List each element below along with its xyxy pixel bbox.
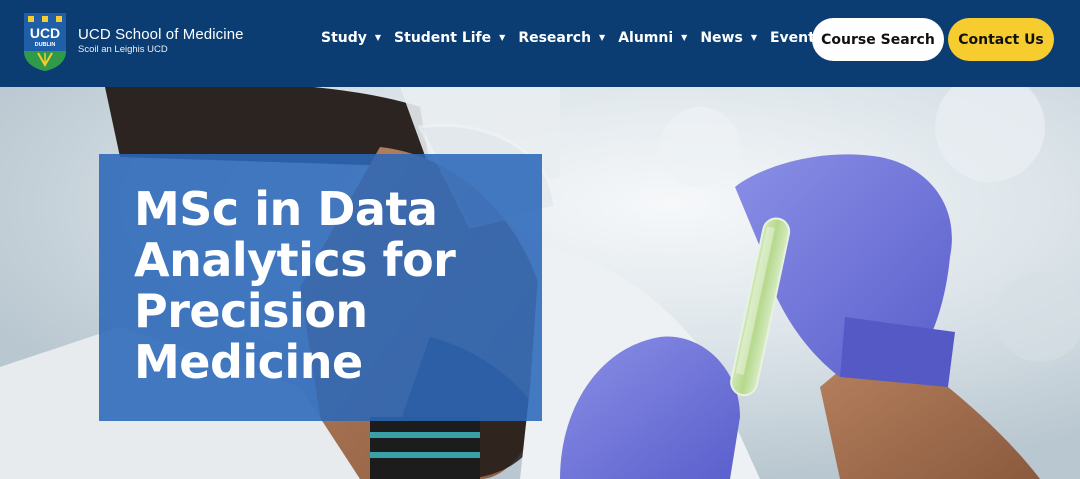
nav-label: Research [518,30,592,46]
logo-text: UCD [30,25,60,41]
brand-title[interactable]: UCD School of Medicine [78,26,244,44]
logo-subtext: DUBLIN [35,42,56,48]
caret-down-icon: ▼ [374,33,382,42]
nav-label: Study [321,30,367,46]
nav-item-study[interactable]: Study ▼ [321,30,394,46]
page-title: MSc in Data Analytics for Precision Medi… [134,182,456,389]
nav-label: News [700,30,743,46]
nav-label: Alumni [618,30,674,46]
caret-down-icon: ▼ [681,33,688,42]
caret-down-icon: ▼ [750,33,757,42]
caret-down-icon: ▼ [499,33,506,42]
nav-item-news[interactable]: News ▼ [700,30,770,46]
ucd-logo-icon[interactable]: UCD DUBLIN [24,13,66,71]
brand[interactable]: UCD School of Medicine Scoil an Leighis … [78,26,244,56]
nav-item-research[interactable]: Research ▼ [518,30,618,46]
nav-item-student-life[interactable]: Student Life ▼ [394,30,518,46]
main-nav: Study ▼ Student Life ▼ Research ▼ Alumni… [321,30,823,46]
brand-subtitle: Scoil an Leighis UCD [78,44,168,55]
hero-banner: MSc in Data Analytics for Precision Medi… [0,87,1080,479]
caret-down-icon: ▼ [599,33,606,42]
contact-us-button[interactable]: Contact Us [948,18,1054,61]
hero-title-box: MSc in Data Analytics for Precision Medi… [99,154,542,421]
nav-label: Student Life [394,30,492,46]
site-header: UCD DUBLIN UCD School of Medicine Scoil … [0,0,1080,87]
nav-item-alumni[interactable]: Alumni ▼ [618,30,700,46]
course-search-button[interactable]: Course Search [812,18,944,61]
